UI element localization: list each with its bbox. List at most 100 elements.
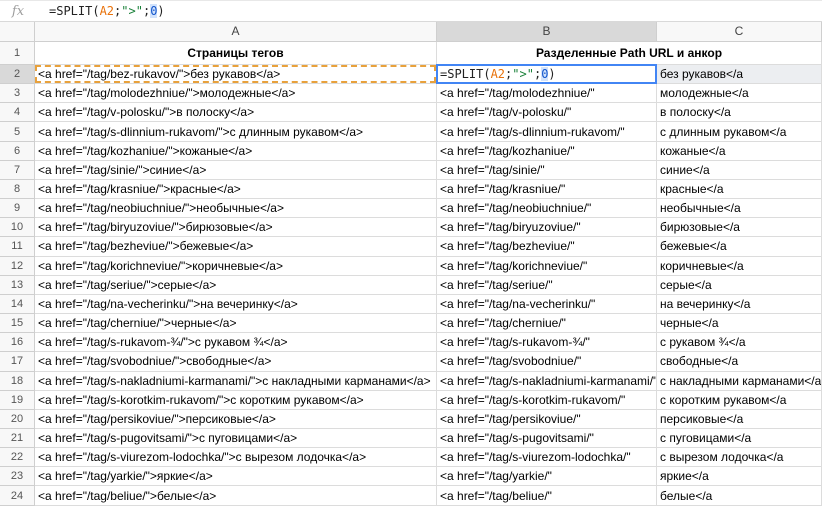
cell-B24[interactable]: <a href="/tag/beliue/" [437, 486, 657, 505]
cell-B6[interactable]: <a href="/tag/kozhaniue/" [437, 142, 657, 161]
cell-C5[interactable]: с длинным рукавом</a [657, 122, 822, 141]
cell-A14[interactable]: <a href="/tag/na-vecherinku/">на вечерин… [35, 295, 437, 314]
select-all-corner[interactable] [0, 22, 35, 42]
cell-B23[interactable]: <a href="/tag/yarkie/" [437, 467, 657, 486]
row-header-8[interactable]: 8 [0, 180, 35, 199]
cell-B2-editing[interactable]: =SPLIT(A2;">";0) [437, 65, 657, 84]
row-header-9[interactable]: 9 [0, 199, 35, 218]
cell-A10[interactable]: <a href="/tag/biryuzoviue/">бирюзовые</a… [35, 218, 437, 237]
cell-C10[interactable]: бирюзовые</a [657, 218, 822, 237]
cell-B17[interactable]: <a href="/tag/svobodniue/" [437, 352, 657, 371]
cell-A20[interactable]: <a href="/tag/persikoviue/">персиковые</… [35, 410, 437, 429]
cell-A11[interactable]: <a href="/tag/bezheviue/">бежевые</a> [35, 237, 437, 256]
cell-C15[interactable]: черные</a [657, 314, 822, 333]
cell-B8[interactable]: <a href="/tag/krasniue/" [437, 180, 657, 199]
row-header-5[interactable]: 5 [0, 122, 35, 141]
cell-B11[interactable]: <a href="/tag/bezheviue/" [437, 237, 657, 256]
cell-C18[interactable]: с накладными карманами</a [657, 372, 822, 391]
cell-C6[interactable]: кожаные</a [657, 142, 822, 161]
cell-A13[interactable]: <a href="/tag/seriue/">серые</a> [35, 276, 437, 295]
cell-A15[interactable]: <a href="/tag/cherniue/">черные</a> [35, 314, 437, 333]
row-header-11[interactable]: 11 [0, 237, 35, 256]
column-header-a[interactable]: A [35, 22, 437, 42]
row-header-1[interactable]: 1 [0, 42, 35, 65]
row-header-15[interactable]: 15 [0, 314, 35, 333]
cell-A22[interactable]: <a href="/tag/s-viurezom-lodochka/">с вы… [35, 448, 437, 467]
cell-C11[interactable]: бежевые</a [657, 237, 822, 256]
row-header-22[interactable]: 22 [0, 448, 35, 467]
cell-C24[interactable]: белые</a [657, 486, 822, 505]
cell-B1-C1-merged[interactable]: Разделенные Path URL и анкор [437, 42, 822, 65]
row-header-6[interactable]: 6 [0, 142, 35, 161]
cell-C7[interactable]: синие</a [657, 161, 822, 180]
row-header-4[interactable]: 4 [0, 103, 35, 122]
cell-B10[interactable]: <a href="/tag/biryuzoviue/" [437, 218, 657, 237]
cell-C17[interactable]: свободные</a [657, 352, 822, 371]
cell-C4[interactable]: в полоску</a [657, 103, 822, 122]
cell-B4[interactable]: <a href="/tag/v-polosku/" [437, 103, 657, 122]
cell-B5[interactable]: <a href="/tag/s-dlinnium-rukavom/" [437, 122, 657, 141]
row-header-24[interactable]: 24 [0, 486, 35, 505]
formula-input[interactable]: =SPLIT(A2;">";0) [36, 4, 822, 18]
cell-A8[interactable]: <a href="/tag/krasniue/">красные</a> [35, 180, 437, 199]
cell-C22[interactable]: с вырезом лодочка</a [657, 448, 822, 467]
row-header-16[interactable]: 16 [0, 333, 35, 352]
row-header-14[interactable]: 14 [0, 295, 35, 314]
cell-B22[interactable]: <a href="/tag/s-viurezom-lodochka/" [437, 448, 657, 467]
cell-A1[interactable]: Страницы тегов [35, 42, 437, 65]
cell-A9[interactable]: <a href="/tag/neobiuchniue/">необычные</… [35, 199, 437, 218]
row-header-23[interactable]: 23 [0, 467, 35, 486]
cell-C2[interactable]: без рукавов</a [657, 65, 822, 84]
cell-C12[interactable]: коричневые</a [657, 257, 822, 276]
cell-A24[interactable]: <a href="/tag/beliue/">белые</a> [35, 486, 437, 505]
cell-A7[interactable]: <a href="/tag/sinie/">синие</a> [35, 161, 437, 180]
cell-B7[interactable]: <a href="/tag/sinie/" [437, 161, 657, 180]
cell-C8[interactable]: красные</a [657, 180, 822, 199]
cell-C19[interactable]: с коротким рукавом</a [657, 391, 822, 410]
cell-B19[interactable]: <a href="/tag/s-korotkim-rukavom/" [437, 391, 657, 410]
row-header-20[interactable]: 20 [0, 410, 35, 429]
cell-A2[interactable]: <a href="/tag/bez-rukavov/">без рукавов<… [35, 65, 437, 84]
cell-B3[interactable]: <a href="/tag/molodezhniue/" [437, 84, 657, 103]
cell-A12[interactable]: <a href="/tag/korichneviue/">коричневые<… [35, 257, 437, 276]
cell-B15[interactable]: <a href="/tag/cherniue/" [437, 314, 657, 333]
cell-A19[interactable]: <a href="/tag/s-korotkim-rukavom/">с кор… [35, 391, 437, 410]
cell-A6[interactable]: <a href="/tag/kozhaniue/">кожаные</a> [35, 142, 437, 161]
cell-B20[interactable]: <a href="/tag/persikoviue/" [437, 410, 657, 429]
cell-A21[interactable]: <a href="/tag/s-pugovitsami/">с пуговица… [35, 429, 437, 448]
cell-B14[interactable]: <a href="/tag/na-vecherinku/" [437, 295, 657, 314]
cell-C3[interactable]: молодежные</a [657, 84, 822, 103]
cell-C16[interactable]: с рукавом ¾</a [657, 333, 822, 352]
cell-C21[interactable]: с пуговицами</a [657, 429, 822, 448]
cell-B21[interactable]: <a href="/tag/s-pugovitsami/" [437, 429, 657, 448]
cell-B18[interactable]: <a href="/tag/s-nakladniumi-karmanami/" [437, 372, 657, 391]
row-header-21[interactable]: 21 [0, 429, 35, 448]
cell-C20[interactable]: персиковые</a [657, 410, 822, 429]
row-header-10[interactable]: 10 [0, 218, 35, 237]
column-header-b[interactable]: B [437, 22, 657, 42]
cell-B12[interactable]: <a href="/tag/korichneviue/" [437, 257, 657, 276]
cell-A3[interactable]: <a href="/tag/molodezhniue/">молодежные<… [35, 84, 437, 103]
cell-A17[interactable]: <a href="/tag/svobodniue/">свободные</a> [35, 352, 437, 371]
cell-C9[interactable]: необычные</a [657, 199, 822, 218]
cell-A18[interactable]: <a href="/tag/s-nakladniumi-karmanami/">… [35, 372, 437, 391]
cell-B16[interactable]: <a href="/tag/s-rukavom-¾/" [437, 333, 657, 352]
row-header-12[interactable]: 12 [0, 257, 35, 276]
column-header-c[interactable]: C [657, 22, 822, 42]
row-header-19[interactable]: 19 [0, 391, 35, 410]
row-header-7[interactable]: 7 [0, 161, 35, 180]
cell-C13[interactable]: серые</a [657, 276, 822, 295]
cell-A16[interactable]: <a href="/tag/s-rukavom-¾/">с рукавом ¾<… [35, 333, 437, 352]
cell-C14[interactable]: на вечеринку</a [657, 295, 822, 314]
cell-A23[interactable]: <a href="/tag/yarkie/">яркие</a> [35, 467, 437, 486]
cell-A5[interactable]: <a href="/tag/s-dlinnium-rukavom/">с дли… [35, 122, 437, 141]
cell-B9[interactable]: <a href="/tag/neobiuchniue/" [437, 199, 657, 218]
row-header-18[interactable]: 18 [0, 372, 35, 391]
row-header-3[interactable]: 3 [0, 84, 35, 103]
row-header-2[interactable]: 2 [0, 65, 35, 84]
row-header-13[interactable]: 13 [0, 276, 35, 295]
cell-B13[interactable]: <a href="/tag/seriue/" [437, 276, 657, 295]
row-header-17[interactable]: 17 [0, 352, 35, 371]
cell-C23[interactable]: яркие</a [657, 467, 822, 486]
cell-A4[interactable]: <a href="/tag/v-polosku/">в полоску</a> [35, 103, 437, 122]
